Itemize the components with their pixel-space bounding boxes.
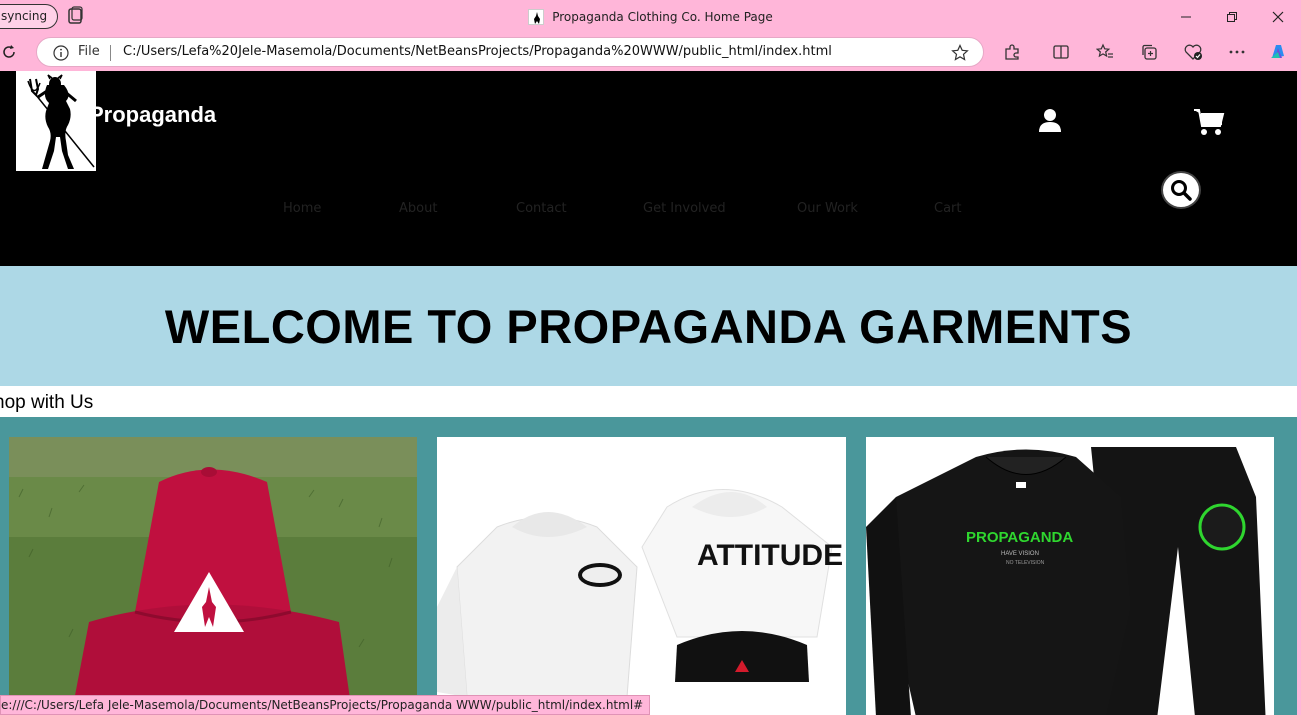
title-bar: syncing Propaganda Clothing Co. Home Pag… [0, 0, 1301, 33]
close-icon [1272, 11, 1284, 22]
tracksuit-subprint2-text: NO TELEVISION [1006, 560, 1045, 566]
product-card-hoodies[interactable]: ATTITUDE [437, 437, 846, 715]
nav-home-link[interactable]: Home [283, 201, 321, 216]
restore-button[interactable] [1209, 0, 1255, 33]
sync-status-label: syncing [1, 9, 48, 23]
collections-icon[interactable] [1139, 42, 1159, 62]
tab-title-text: Propaganda Clothing Co. Home Page [552, 9, 773, 24]
shop-with-us-heading: hop with Us [0, 392, 94, 413]
minimize-button[interactable] [1163, 0, 1209, 33]
active-tab[interactable]: Propaganda Clothing Co. Home Page [528, 8, 773, 25]
red-bucket-hat-image [9, 437, 417, 715]
shopping-cart-icon[interactable] [1193, 108, 1225, 136]
site-info-icon[interactable] [53, 45, 69, 61]
nav-contact-link[interactable]: Contact [516, 201, 567, 216]
address-scheme-label: File [78, 44, 100, 59]
welcome-banner: WELCOME TO PROPAGANDA GARMENTS [0, 266, 1297, 386]
main-navigation: Home About Contact Get Involved Our Work… [0, 201, 1297, 221]
site-logo-image[interactable] [16, 71, 96, 171]
white-hoodies-and-beanie-image: ATTITUDE [437, 437, 846, 715]
devil-woman-logo-icon [27, 74, 95, 169]
copilot-icon[interactable] [1268, 42, 1288, 62]
tab-actions-icon[interactable] [64, 6, 86, 26]
site-header: Propaganda Home About Contact Get Involv… [0, 71, 1297, 266]
web-page: Propaganda Home About Contact Get Involv… [0, 71, 1297, 715]
site-favicon-icon [528, 8, 545, 25]
status-bar: e:///C:/Users/Lefa Jele-Masemola/Documen… [0, 695, 651, 715]
split-screen-icon[interactable] [1051, 42, 1071, 62]
black-tracksuit-image: PROPAGANDA HAVE VISION NO TELEVISION [866, 437, 1274, 715]
product-card-hat[interactable] [9, 437, 417, 715]
brand-name[interactable]: Propaganda [89, 102, 216, 128]
tracksuit-print-text: PROPAGANDA [966, 529, 1073, 546]
attitude-print-text: ATTITUDE [697, 539, 843, 572]
browser-window: syncing Propaganda Clothing Co. Home Pag… [0, 0, 1301, 715]
favorites-icon[interactable] [1095, 42, 1115, 62]
search-icon [1171, 180, 1192, 201]
product-gallery: ATTITUDE PROPAGANDA HAVE VISION NO TELEV… [0, 417, 1297, 715]
browser-essentials-icon[interactable] [1183, 42, 1203, 62]
close-button[interactable] [1255, 0, 1301, 33]
extensions-icon[interactable] [1002, 42, 1022, 62]
nav-our-work-link[interactable]: Our Work [797, 201, 858, 216]
more-menu-icon[interactable] [1227, 42, 1247, 62]
favorite-star-icon[interactable] [951, 44, 969, 62]
nav-about-link[interactable]: About [399, 201, 437, 216]
address-bar[interactable]: File C:/Users/Lefa%20Jele-Masemola/Docum… [36, 37, 984, 67]
minimize-icon [1181, 16, 1191, 17]
product-card-tracksuit[interactable]: PROPAGANDA HAVE VISION NO TELEVISION [866, 437, 1274, 715]
status-url-text: e:///C:/Users/Lefa Jele-Masemola/Documen… [1, 698, 644, 712]
tracksuit-subprint-text: HAVE VISION [1001, 551, 1039, 557]
url-text[interactable]: C:/Users/Lefa%20Jele-Masemola/Documents/… [123, 44, 832, 59]
nav-get-involved-link[interactable]: Get Involved [643, 201, 726, 216]
reload-icon[interactable] [0, 43, 18, 61]
welcome-heading: WELCOME TO PROPAGANDA GARMENTS [164, 299, 1133, 353]
address-separator [110, 45, 111, 61]
nav-cart-link[interactable]: Cart [934, 201, 962, 216]
user-account-icon[interactable] [1037, 108, 1063, 134]
browser-toolbar: File C:/Users/Lefa%20Jele-Masemola/Docum… [0, 33, 1301, 71]
page-scrollbar[interactable] [1297, 71, 1301, 715]
restore-icon [1227, 11, 1237, 22]
sync-status-button[interactable]: syncing [0, 4, 59, 29]
